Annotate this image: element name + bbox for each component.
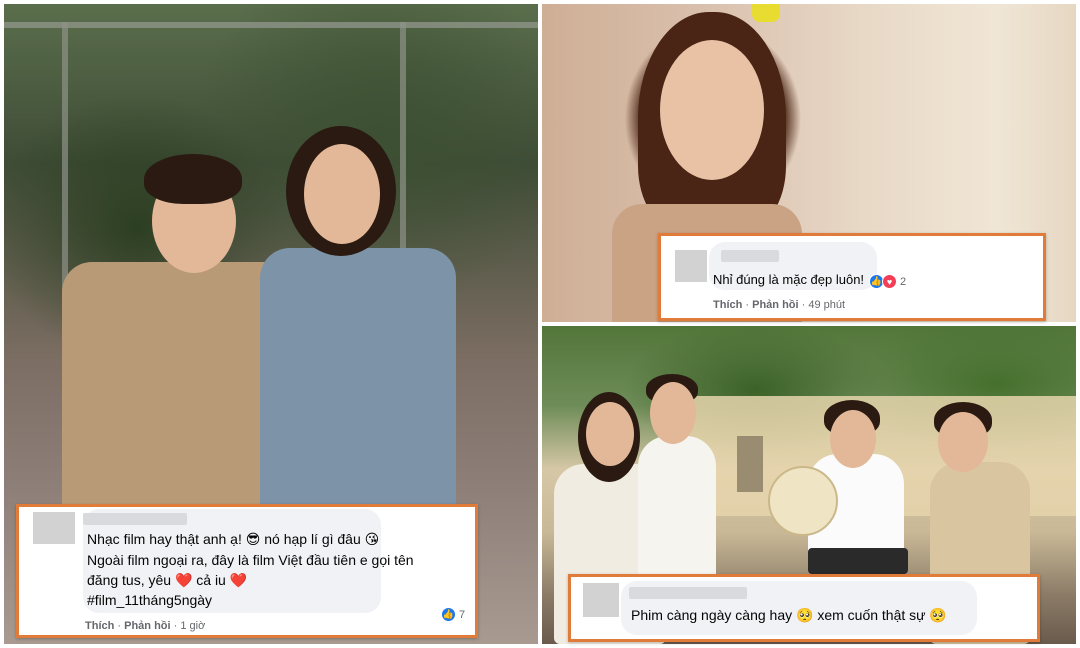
person-1-face xyxy=(586,402,634,466)
bbq-grill xyxy=(808,548,908,574)
comment-line-1: Nhạc film hay thật anh ạ! 😎 nó hạp lí gì… xyxy=(87,531,380,547)
comment-card-bottom-right: Phim càng ngày càng hay 🥺 xem cuốn thật … xyxy=(568,574,1040,642)
like-link[interactable]: Thích xyxy=(713,299,742,311)
comment-actions: Thích · Phản hồi · 1 giờ xyxy=(85,620,206,632)
comment-card-top-right: Nhỉ đúng là mặc đẹp luôn! 👍 ♥ 2 Thích · … xyxy=(658,233,1046,321)
comment-time[interactable]: 1 giờ xyxy=(180,620,205,632)
window-frame-post-right xyxy=(400,22,406,282)
person-2-face xyxy=(650,382,696,444)
avatar xyxy=(33,512,75,544)
comment-line-2: Ngoài film ngoại ra, đây là film Việt đầ… xyxy=(87,552,414,568)
comment-time[interactable]: 49 phút xyxy=(808,299,845,311)
avatar xyxy=(583,583,619,617)
comment-text: Phim càng ngày càng hay 🥺 xem cuốn thật … xyxy=(631,607,947,623)
comment-actions: Thích · Phản hồi · 49 phút xyxy=(713,299,846,311)
window-frame-top xyxy=(4,22,538,28)
reaction-count: 2 xyxy=(900,275,907,288)
commenter-name-redacted xyxy=(83,513,187,525)
commenter-name-redacted xyxy=(721,250,779,262)
man-hair xyxy=(144,154,242,204)
reaction-summary[interactable]: 👍 ♥ 2 xyxy=(869,274,906,289)
reaction-summary[interactable]: 👍 7 xyxy=(441,607,465,622)
love-icon: ♥ xyxy=(882,274,897,289)
comment-hashtag[interactable]: #film_11tháng5ngày xyxy=(87,590,212,610)
comment-text: Nhỉ đúng là mặc đẹp luôn! xyxy=(713,272,865,287)
person-3-face xyxy=(830,410,876,468)
like-icon: 👍 xyxy=(441,607,456,622)
reply-link[interactable]: Phản hồi xyxy=(752,299,798,311)
person-4-face xyxy=(938,412,988,472)
woven-fan xyxy=(768,466,838,536)
woman-dress xyxy=(260,248,456,524)
like-link[interactable]: Thích xyxy=(85,620,114,632)
comment-line-3: đăng tus, yêu ❤️ cả iu ❤️ xyxy=(87,572,248,588)
yellow-object xyxy=(752,4,780,22)
reaction-count: 7 xyxy=(459,608,466,621)
window xyxy=(737,436,763,492)
woman-face xyxy=(304,144,380,244)
commenter-name-redacted xyxy=(629,587,747,599)
woman-face xyxy=(660,40,764,180)
comment-card-left: Nhạc film hay thật anh ạ! 😎 nó hạp lí gì… xyxy=(16,504,478,638)
reply-link[interactable]: Phản hồi xyxy=(124,620,170,632)
avatar xyxy=(675,250,707,282)
